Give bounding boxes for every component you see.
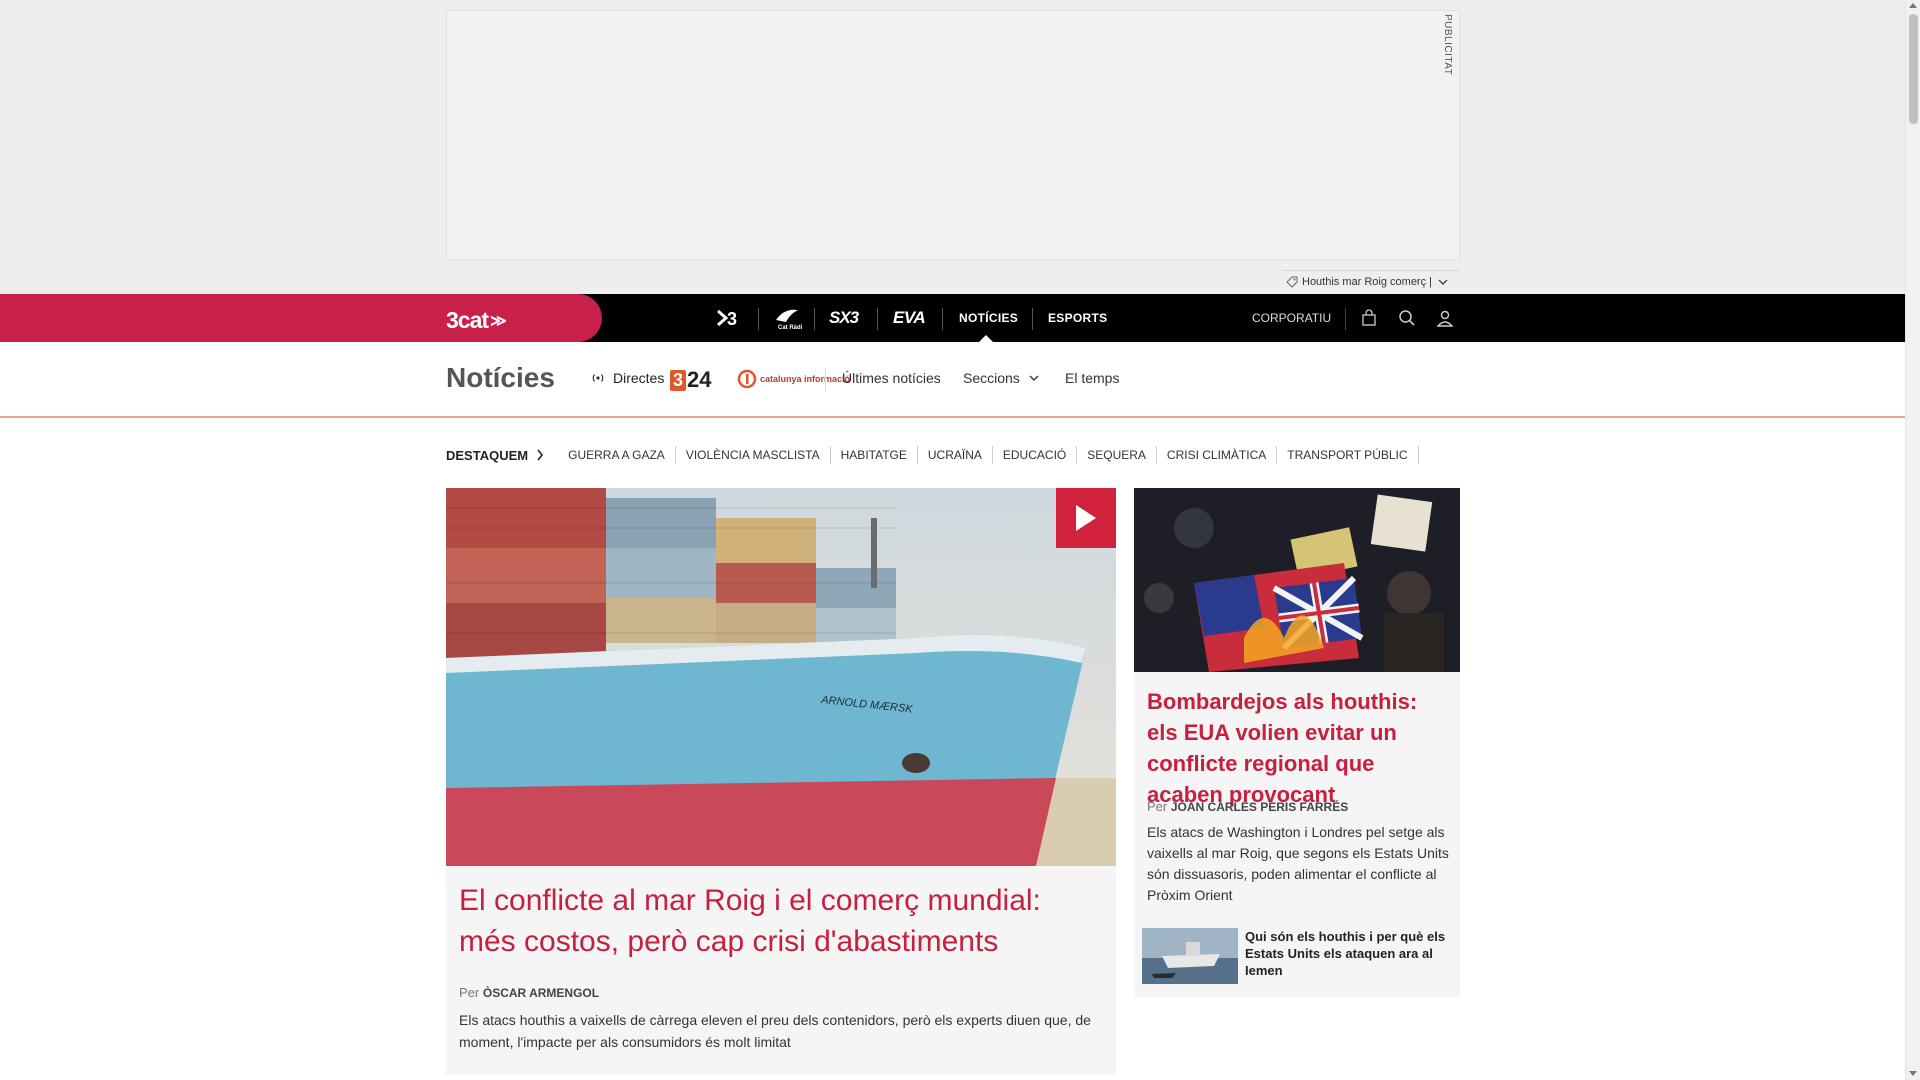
catalunya-informacio-logo[interactable]: catalunya informació (737, 369, 850, 389)
scroll-thumb[interactable] (1909, 14, 1918, 124)
channel-eva[interactable]: EVA (893, 294, 926, 342)
main-article-title[interactable]: El conflicte al mar Roig i el comerç mun… (459, 880, 1099, 962)
seccions-dropdown[interactable]: Seccions (963, 370, 1040, 386)
directes-link[interactable]: Directes (590, 370, 664, 386)
ad-label: PUBLICITAT (1442, 14, 1453, 76)
scroll-down-arrow-icon[interactable] (1909, 1071, 1917, 1076)
tag-icon (1286, 276, 1298, 288)
user-icon[interactable] (1433, 306, 1457, 330)
advertisement[interactable] (446, 10, 1460, 260)
author-name[interactable]: Òscar Armengol (483, 986, 599, 1000)
play-video-button[interactable] (1056, 488, 1116, 548)
ultimes-noticies-link[interactable]: Últimes notícies (842, 370, 941, 386)
related-article[interactable]: Qui són els houthis i per què els Estats… (1142, 928, 1452, 988)
destaquem-label[interactable]: DESTAQUEM (446, 448, 544, 463)
scroll-up-arrow-icon[interactable] (1909, 3, 1917, 8)
container-ship-image[interactable]: ARNOLD MÆRSK (446, 488, 1116, 866)
tag-guerra-a-gaza[interactable]: GUERRA A GAZA (558, 446, 676, 464)
main-article-card[interactable]: ARNOLD MÆRSK El conflicte al mar Roig i … (446, 488, 1116, 1075)
nav-esports[interactable]: ESPORTS (1048, 294, 1107, 342)
nav-separator (1345, 308, 1346, 330)
side-article-summary: Els atacs de Washington i Londres pel se… (1147, 824, 1449, 903)
channel-tv3[interactable]: 3 (716, 294, 742, 342)
side-article-title[interactable]: Bombardejos als houthis: els EUA volien … (1147, 686, 1452, 810)
related-article-title[interactable]: Qui són els houthis i per què els Estats… (1245, 928, 1452, 988)
page-scrollbar[interactable] (1905, 0, 1920, 1080)
svg-text:Cat Ràdio: Cat Ràdio (778, 325, 802, 330)
main-article-summary: Els atacs houthis a vaixells de càrrega … (459, 1012, 1091, 1050)
tag-ucraina[interactable]: UCRAÏNA (918, 446, 993, 464)
tag-violencia-masclista[interactable]: VIOLÈNCIA MASCLISTA (676, 446, 831, 464)
live-broadcast-icon (592, 374, 604, 382)
search-icon[interactable] (1395, 306, 1419, 330)
topic-selector[interactable]: Houthis mar Roig comerç | (1282, 270, 1460, 292)
nav-corporatiu[interactable]: CORPORATIU (1252, 294, 1331, 342)
chevron-down-icon (1029, 375, 1039, 381)
3cat-logo[interactable]: 3cat ≫ (446, 307, 507, 334)
shopping-bag-icon[interactable] (1357, 306, 1381, 330)
main-article-byline: Per Òscar Armengol (459, 985, 600, 1000)
related-article-thumbnail[interactable] (1142, 928, 1238, 984)
catradio-logo-icon: Cat Ràdio (776, 309, 802, 330)
active-indicator (979, 335, 993, 342)
tag-crisi-climatica[interactable]: CRISI CLIMÀTICA (1157, 446, 1278, 464)
author-name[interactable]: Joan Carles Peris Farrés (1171, 800, 1348, 814)
tag-sequera[interactable]: SEQUERA (1077, 446, 1157, 464)
featured-tags: DESTAQUEM GUERRA A GAZA VIOLÈNCIA MASCLI… (446, 446, 1419, 464)
el-temps-link[interactable]: El temps (1065, 370, 1119, 386)
play-icon (1076, 505, 1096, 531)
brand-band (0, 294, 602, 342)
protest-flags-image[interactable] (1134, 488, 1460, 672)
nav-separator (1032, 308, 1033, 330)
chevron-down-icon (1438, 279, 1448, 285)
nav-separator (942, 308, 943, 330)
section-divider (825, 368, 826, 392)
logo-arrow-icon: ≫ (490, 312, 507, 330)
side-article-card[interactable]: Bombardejos als houthis: els EUA volien … (1134, 488, 1460, 998)
section-header: Notícies Directes 3 24 catalunya informa… (0, 342, 1905, 418)
section-title[interactable]: Notícies (446, 362, 555, 394)
top-navigation: 3cat ≫ 3 Cat Ràdio SX3 EVA NOTÍCIES ESPO… (0, 294, 1905, 342)
tv3-logo-icon: 3 (717, 309, 737, 329)
3cat24-logo[interactable]: 3 24 (670, 367, 712, 393)
svg-text:3: 3 (727, 309, 737, 329)
catalunya-informacio-mark-icon (737, 369, 757, 389)
nav-separator (758, 308, 759, 330)
tag-educacio[interactable]: EDUCACIÓ (993, 446, 1078, 464)
channel-catradio[interactable]: Cat Ràdio (772, 294, 802, 342)
chevron-right-icon (537, 449, 544, 461)
nav-separator (814, 308, 815, 330)
tag-transport-public[interactable]: TRANSPORT PÚBLIC (1277, 446, 1419, 464)
tag-habitatge[interactable]: HABITATGE (831, 446, 918, 464)
nav-separator (877, 308, 878, 330)
channel-sx3[interactable]: SX3 (829, 294, 859, 342)
side-article-byline: Per Joan Carles Peris Farrés (1147, 799, 1349, 814)
ad-band: PUBLICITAT Houthis mar Roig comerç | (0, 0, 1905, 294)
topic-text: Houthis mar Roig comerç | (1302, 275, 1433, 288)
